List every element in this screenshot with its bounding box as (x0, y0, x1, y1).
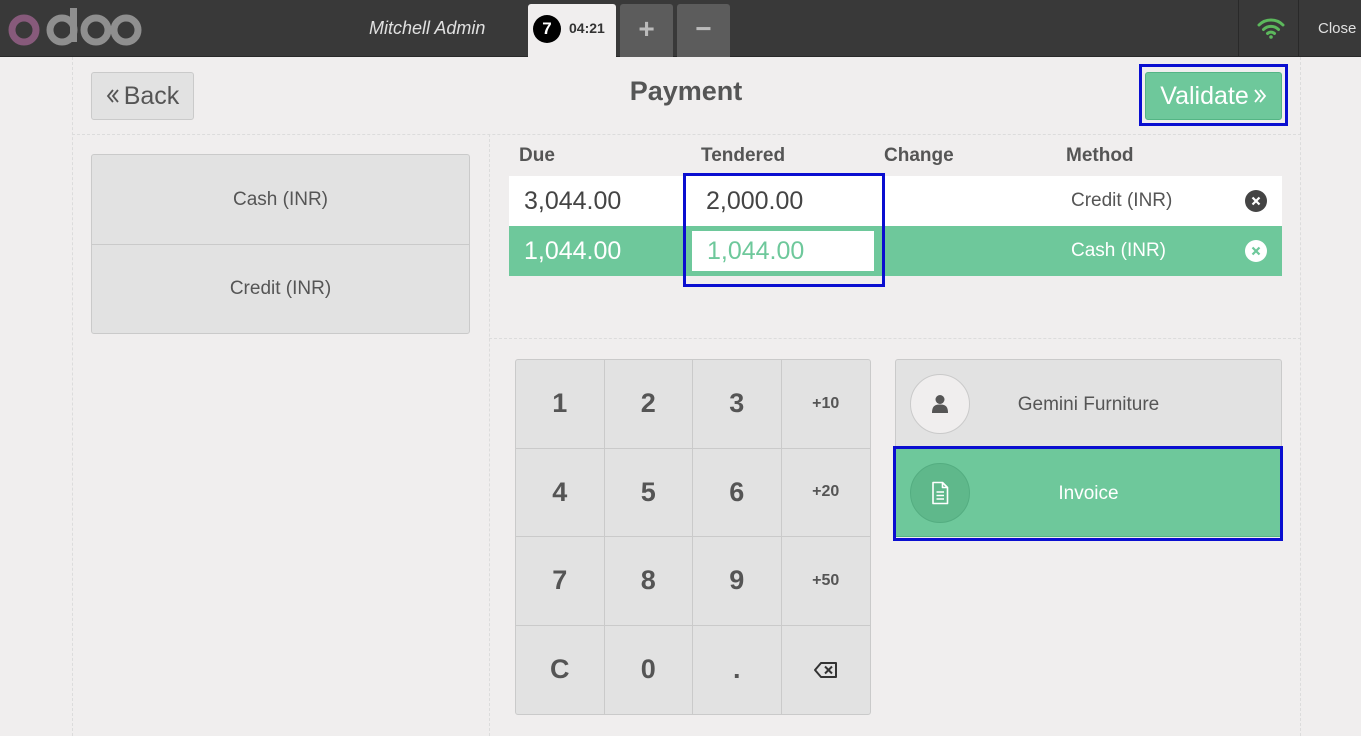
close-icon (1251, 196, 1261, 206)
close-button[interactable]: Close (1298, 0, 1361, 57)
due-amount: 1,044.00 (524, 237, 622, 265)
page-title: Payment (629, 76, 743, 106)
validate-label: Validate (1160, 81, 1249, 110)
close-label: Close (1318, 20, 1357, 37)
cashier-name[interactable]: Mitchell Admin (369, 18, 485, 39)
backspace-icon (813, 661, 837, 678)
numpad-key-clear[interactable]: C (516, 625, 605, 714)
numpad-key-backspace[interactable] (782, 626, 871, 715)
numpad-key-8[interactable]: 8 (604, 537, 693, 626)
payment-methods: Cash (INR) Credit (INR) (91, 154, 470, 334)
customer-button[interactable]: Gemini Furniture (895, 359, 1282, 448)
odoo-logo (8, 8, 142, 46)
order-time: 04:21 (569, 20, 605, 36)
paymentline-row[interactable]: 3,044.00 2,000.00 Credit (INR) (509, 176, 1282, 226)
user-icon (932, 395, 948, 413)
column-divider (489, 134, 490, 736)
paymentline-row-selected[interactable]: 1,044.00 1,044.00 Cash (INR) (509, 226, 1282, 276)
delete-paymentline-button[interactable] (1245, 190, 1267, 212)
validate-button[interactable]: Validate (1145, 72, 1282, 120)
section-divider (489, 338, 1301, 339)
remove-order-button[interactable]: − (677, 4, 730, 57)
back-button[interactable]: Back (91, 72, 194, 120)
numpad: 1 2 3 +10 4 5 6 +20 7 8 9 +50 C 0 . (515, 359, 871, 715)
numpad-key-plus-20[interactable]: +20 (781, 449, 870, 537)
order-tab[interactable]: 7 04:21 (528, 4, 616, 57)
numpad-key-9[interactable]: 9 (693, 537, 782, 626)
tendered-input[interactable]: 1,044.00 (689, 228, 877, 274)
invoice-icon-circle (910, 463, 970, 523)
wifi-icon (1257, 18, 1285, 39)
numpad-key-7[interactable]: 7 (516, 537, 605, 626)
numpad-key-1[interactable]: 1 (516, 360, 605, 449)
numpad-key-5[interactable]: 5 (604, 448, 693, 537)
document-icon (932, 481, 949, 505)
column-header-change: Change (884, 145, 954, 166)
double-chevron-right-icon (1254, 89, 1266, 103)
numpad-key-2[interactable]: 2 (604, 360, 693, 449)
double-chevron-left-icon (106, 89, 119, 103)
back-label: Back (123, 81, 180, 110)
column-header-due: Due (519, 145, 555, 166)
numpad-key-4[interactable]: 4 (516, 448, 605, 537)
payment-method-cash[interactable]: Cash (INR) (92, 155, 469, 244)
order-sequence-badge: 7 (533, 15, 561, 43)
customer-avatar (910, 374, 970, 434)
numpad-key-0[interactable]: 0 (605, 625, 693, 714)
column-header-method: Method (1066, 145, 1134, 166)
payment-method-credit[interactable]: Credit (INR) (92, 244, 469, 333)
column-header-tendered: Tendered (701, 145, 786, 166)
connection-status[interactable] (1238, 0, 1298, 57)
payment-method-name: Credit (INR) (1071, 190, 1173, 211)
payment-method-name: Cash (INR) (1071, 240, 1167, 261)
pos-topbar: Mitchell Admin 7 04:21 + − Close (0, 0, 1361, 57)
numpad-key-plus-10[interactable]: +10 (781, 360, 870, 449)
invoice-toggle-button[interactable]: Invoice (895, 448, 1282, 537)
header-divider (72, 134, 1301, 135)
numpad-key-decimal[interactable]: . (693, 625, 782, 714)
delete-paymentline-button[interactable] (1245, 240, 1267, 262)
due-amount: 3,044.00 (524, 187, 622, 215)
customer-name: Gemini Furniture (1017, 394, 1160, 415)
add-order-button[interactable]: + (620, 4, 673, 57)
numpad-key-plus-50[interactable]: +50 (781, 537, 870, 626)
numpad-key-3[interactable]: 3 (693, 360, 782, 449)
close-icon (1251, 246, 1261, 256)
invoice-label: Invoice (1058, 483, 1119, 504)
tendered-amount: 2,000.00 (706, 187, 804, 215)
numpad-key-6[interactable]: 6 (693, 448, 782, 537)
